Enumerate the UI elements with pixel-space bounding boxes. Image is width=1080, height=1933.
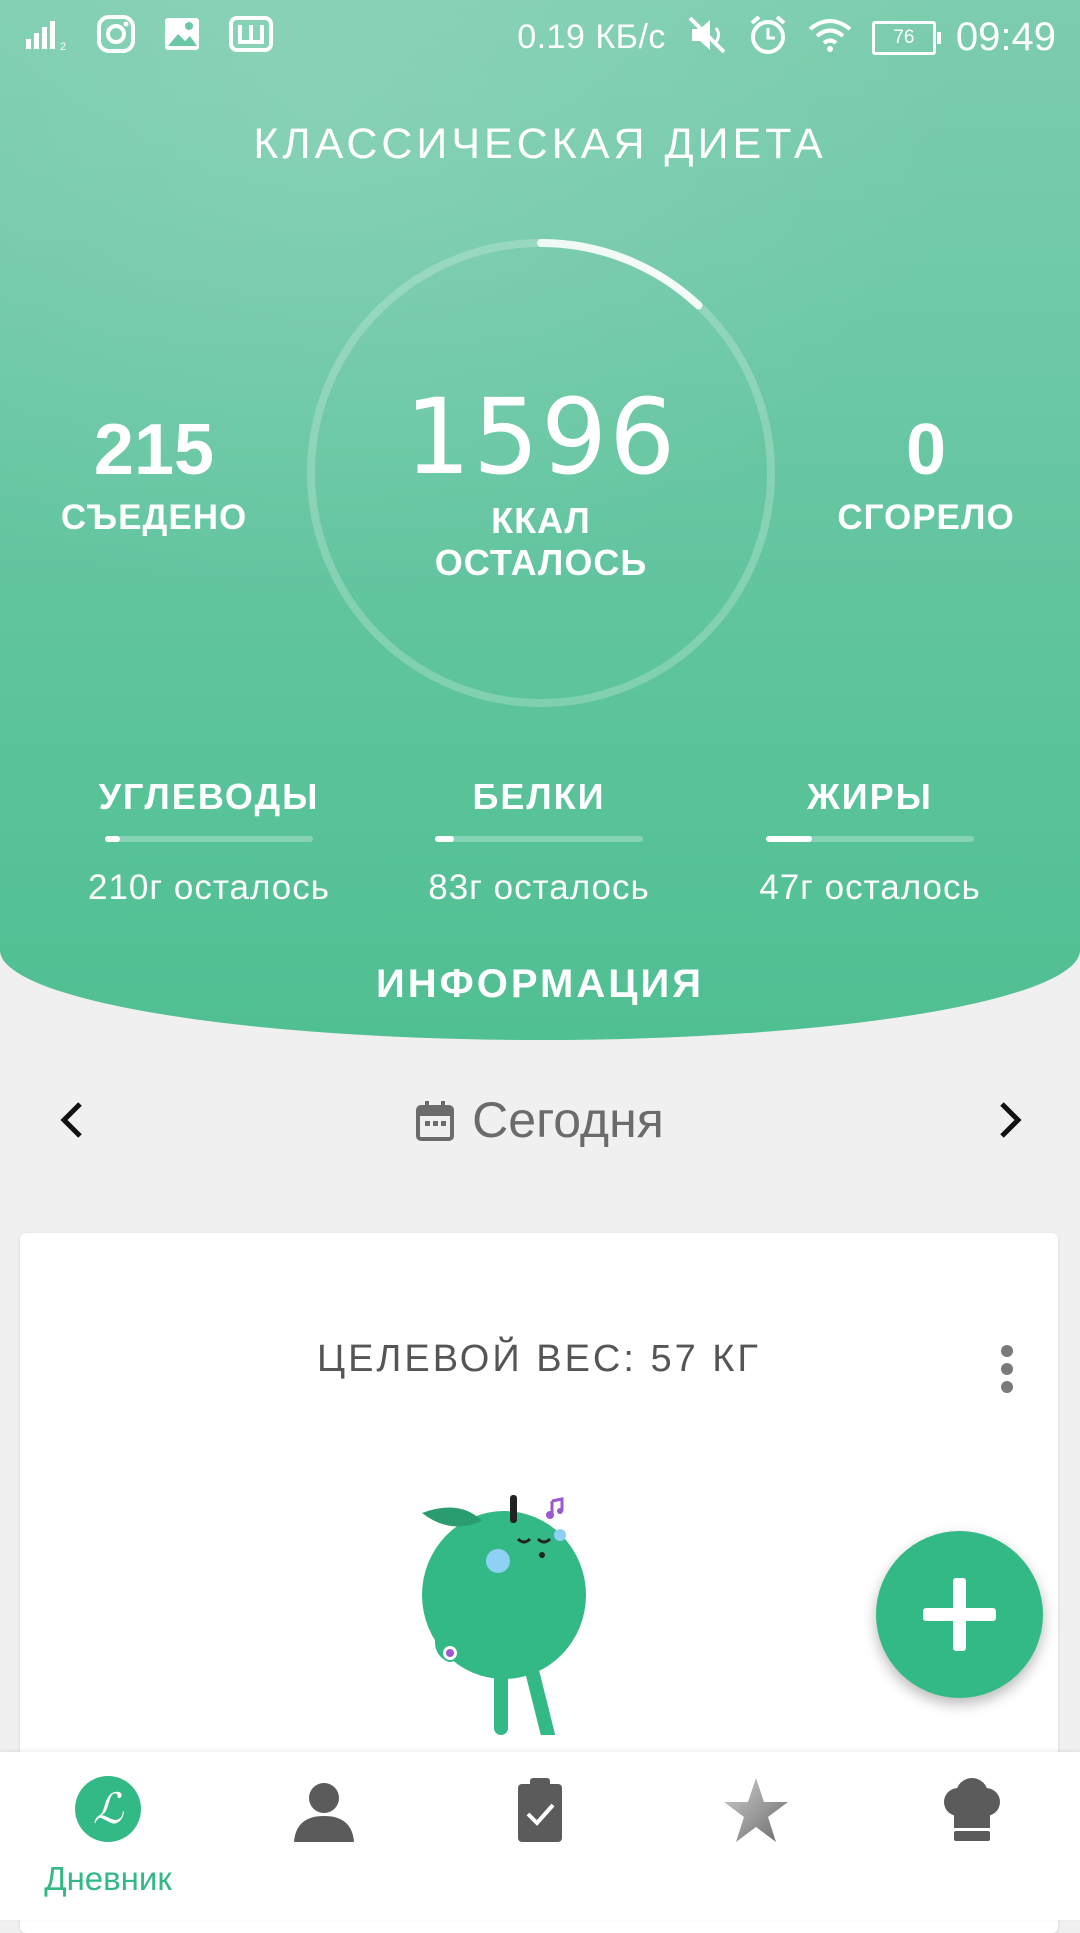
instagram-icon (96, 14, 136, 59)
recipes-chef-hat-icon (944, 1778, 1000, 1841)
profile-icon (294, 1783, 354, 1842)
macro-fat-remaining: 47г осталось (759, 868, 981, 907)
target-weight-title: ЦЕЛЕВОЙ ВЕС: 57 КГ (316, 1338, 762, 1380)
calories-remaining-value: 1596 (404, 376, 678, 498)
favorites-star-icon (724, 1778, 788, 1842)
macro-fat-bar (766, 836, 974, 842)
mute-icon (686, 14, 728, 61)
calories-unit-label: ККАЛ (491, 500, 591, 541)
calorie-ring[interactable]: 1596 ККАЛ ОСТАЛОСЬ (306, 238, 776, 708)
macro-fat: ЖИРЫ 47г осталось (720, 776, 1020, 908)
eaten-value: 215 (93, 410, 215, 490)
macro-fat-fill (766, 836, 812, 842)
apple-mascot-illustration (420, 1495, 640, 1742)
app-w-icon (228, 14, 274, 59)
plan-clipboard-icon (518, 1778, 562, 1842)
macro-protein-fill (435, 836, 454, 842)
eaten-label: СЪЕДЕНО (60, 498, 248, 537)
burned-stat: 0 СГОРЕЛО (796, 410, 1056, 538)
tab-recipes[interactable] (864, 1752, 1080, 1920)
more-options-icon[interactable] (1000, 1345, 1014, 1395)
date-label: Сегодня (472, 1092, 664, 1148)
add-entry-button[interactable] (876, 1531, 1043, 1698)
macro-protein: БЕЛКИ 83г осталось (389, 776, 689, 908)
tab-profile[interactable] (216, 1752, 432, 1920)
tab-plan[interactable] (432, 1752, 648, 1920)
remaining-label: ОСТАЛОСЬ (434, 542, 648, 583)
macro-protein-title: БЕЛКИ (472, 776, 606, 817)
macro-carbs-fill (105, 836, 120, 842)
macro-carbs-remaining: 210г осталось (88, 868, 330, 907)
bottom-navigation: ℒ Дневник (0, 1752, 1080, 1920)
eaten-stat: 215 СЪЕДЕНО (24, 410, 284, 538)
chevron-right-icon (1000, 1102, 1022, 1138)
macro-carbs-title: УГЛЕВОДЫ (98, 776, 320, 817)
diet-summary-header: 2 0.19 КБ/с 76 09:49 КЛАССИЧЕСКАЯ ДИЕТА … (0, 0, 1080, 1040)
macro-carbs-bar (105, 836, 313, 842)
date-navigation: Сегодня (0, 1090, 1080, 1150)
date-selector[interactable]: Сегодня (0, 1090, 1080, 1154)
burned-value: 0 (905, 410, 947, 490)
status-bar: 2 0.19 КБ/с 76 09:49 (0, 0, 1080, 78)
tab-diary[interactable]: ℒ Дневник (0, 1752, 216, 1920)
tab-diary-label: Дневник (44, 1860, 172, 1897)
plus-icon-vertical (953, 1578, 966, 1651)
svg-text:2: 2 (60, 41, 66, 51)
clock: 09:49 (955, 15, 1056, 59)
gallery-icon (162, 14, 202, 59)
tab-favorites[interactable] (648, 1752, 864, 1920)
burned-label: СГОРЕЛО (837, 498, 1015, 537)
next-day-button[interactable] (980, 1090, 1040, 1150)
alarm-icon (748, 14, 788, 61)
macro-fat-title: ЖИРЫ (807, 776, 933, 817)
macro-protein-bar (435, 836, 643, 842)
wifi-icon (808, 17, 852, 58)
calories-remaining-label: ККАЛ ОСТАЛОСЬ (306, 500, 776, 584)
battery-icon: 76 (871, 20, 941, 55)
macro-protein-remaining: 83г осталось (428, 868, 650, 907)
signal-icon: 2 (26, 17, 70, 56)
calendar-icon (416, 1094, 455, 1154)
macro-carbs: УГЛЕВОДЫ 210г осталось (59, 776, 359, 908)
diet-title[interactable]: КЛАССИЧЕСКАЯ ДИЕТА (0, 120, 1080, 169)
network-speed: 0.19 КБ/с (517, 18, 666, 56)
info-button[interactable]: ИНФОРМАЦИЯ (0, 962, 1080, 1007)
diary-icon: ℒ (75, 1776, 141, 1842)
